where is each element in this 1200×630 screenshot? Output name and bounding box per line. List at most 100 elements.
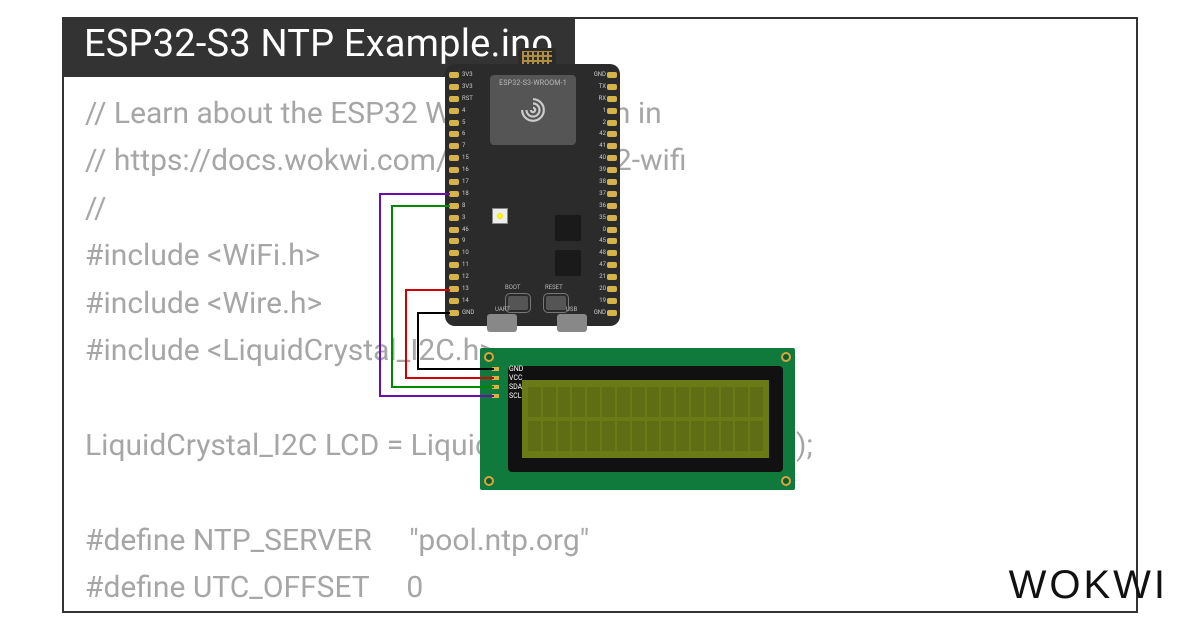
esp32-pin: [607, 250, 617, 256]
pin-label: 4: [462, 108, 474, 114]
esp32-usb-port: [557, 314, 587, 332]
pin-label: 37: [592, 191, 606, 197]
lcd-pin-sda: [492, 385, 499, 389]
lcd-pin-scl: [492, 394, 499, 398]
esp32-pin: [607, 131, 617, 137]
lcd-cell: [572, 387, 585, 417]
lcd-cell: [706, 421, 719, 451]
esp32-pin: [607, 72, 617, 78]
pin-label: 7: [462, 143, 474, 149]
esp32-pin: [449, 310, 459, 316]
lcd-cell: [676, 387, 689, 417]
esp32-pin: [607, 108, 617, 114]
pin-label: 8: [462, 203, 474, 209]
esp32-right-pin-labels: GNDTXRX1242414039383736350454847212019GN…: [592, 72, 606, 316]
lcd-cell: [632, 421, 645, 451]
preview-canvas: ESP32-S3 NTP Example.ino // Learn about …: [0, 0, 1200, 630]
esp32-pin: [449, 262, 459, 268]
esp32-pin: [449, 108, 459, 114]
lcd-cell: [750, 387, 763, 417]
esp32-pin: [607, 167, 617, 173]
pin-label: 20: [592, 286, 606, 292]
pin-label: 39: [592, 167, 606, 173]
lcd-bezel: [508, 366, 783, 472]
esp32-pin: [449, 84, 459, 90]
esp32-pin: [449, 298, 459, 304]
lcd-module[interactable]: [480, 348, 795, 490]
esp32-left-pin-header: [449, 72, 459, 316]
esp32-pin: [607, 96, 617, 102]
esp32-pin: [449, 215, 459, 221]
lcd-pin-vcc: [492, 376, 499, 380]
lcd-cell: [706, 387, 719, 417]
lcd-cell: [647, 421, 660, 451]
pin-label: 14: [462, 298, 474, 304]
lcd-cell: [587, 387, 600, 417]
pin-label: 48: [592, 250, 606, 256]
esp32-pin: [449, 167, 459, 173]
esp32-pin: [607, 155, 617, 161]
lcd-cell: [543, 387, 556, 417]
esp32-pin: [449, 131, 459, 137]
esp32-pin: [607, 84, 617, 90]
esp32-reset-button[interactable]: [546, 296, 566, 310]
esp32-pin: [449, 96, 459, 102]
pin-label: 0: [592, 227, 606, 233]
esp32-uart-port: [487, 314, 517, 332]
esp32-pin: [449, 203, 459, 209]
lcd-cell: [661, 387, 674, 417]
wokwi-logo: WOKWI: [1009, 563, 1168, 608]
lcd-cell: [528, 421, 541, 451]
esp32-pin: [607, 310, 617, 316]
lcd-cell: [558, 387, 571, 417]
lcd-cell: [661, 421, 674, 451]
esp32-boot-button[interactable]: [508, 296, 528, 310]
pin-label: 9: [462, 238, 474, 244]
lcd-pin-gnd: [492, 367, 499, 371]
lcd-cell: [721, 421, 734, 451]
lcd-mount-hole: [484, 476, 494, 486]
pin-label: 5: [462, 120, 474, 126]
lcd-cell: [735, 421, 748, 451]
pin-label: 38: [592, 179, 606, 185]
esp32-pin: [607, 286, 617, 292]
pin-label: GND: [592, 310, 606, 316]
lcd-mount-hole: [484, 352, 494, 362]
esp32-pin: [607, 262, 617, 268]
pin-label: 18: [462, 191, 474, 197]
esp32-pin: [449, 191, 459, 197]
lcd-pin-label: VCC: [509, 374, 523, 382]
pin-label: 11: [462, 262, 474, 268]
esp32-pin: [449, 274, 459, 280]
lcd-cell: [558, 421, 571, 451]
lcd-cell: [617, 421, 630, 451]
pin-label: 40: [592, 155, 606, 161]
pin-label: 3V3: [462, 84, 474, 90]
esp32-boot-label: BOOT: [505, 284, 521, 291]
lcd-cell: [617, 387, 630, 417]
esp32-pin: [449, 155, 459, 161]
pin-label: 15: [462, 155, 474, 161]
pin-label: 47: [592, 262, 606, 268]
lcd-cell: [587, 421, 600, 451]
pin-label: 17: [462, 179, 474, 185]
esp32-pin: [607, 298, 617, 304]
lcd-screen: [522, 380, 769, 458]
lcd-cell: [528, 387, 541, 417]
pin-label: RST: [462, 96, 474, 102]
pin-label: 42: [592, 131, 606, 137]
esp32-right-pin-header: [607, 72, 617, 316]
esp32-module-label: ESP32-S3-WROOM-1: [490, 79, 576, 87]
lcd-pin-label: SDA: [509, 383, 522, 391]
pin-label: 41: [592, 143, 606, 149]
esp32-chip-2: [555, 250, 581, 276]
esp32-pin: [607, 203, 617, 209]
esp32-pin: [607, 179, 617, 185]
usb-label: USB: [566, 306, 577, 313]
esp32-pin: [449, 179, 459, 185]
lcd-cell: [721, 387, 734, 417]
lcd-pin-label: SCL: [509, 392, 521, 400]
esp32-pin: [607, 191, 617, 197]
lcd-cell: [602, 387, 615, 417]
pin-label: 13: [462, 286, 474, 292]
